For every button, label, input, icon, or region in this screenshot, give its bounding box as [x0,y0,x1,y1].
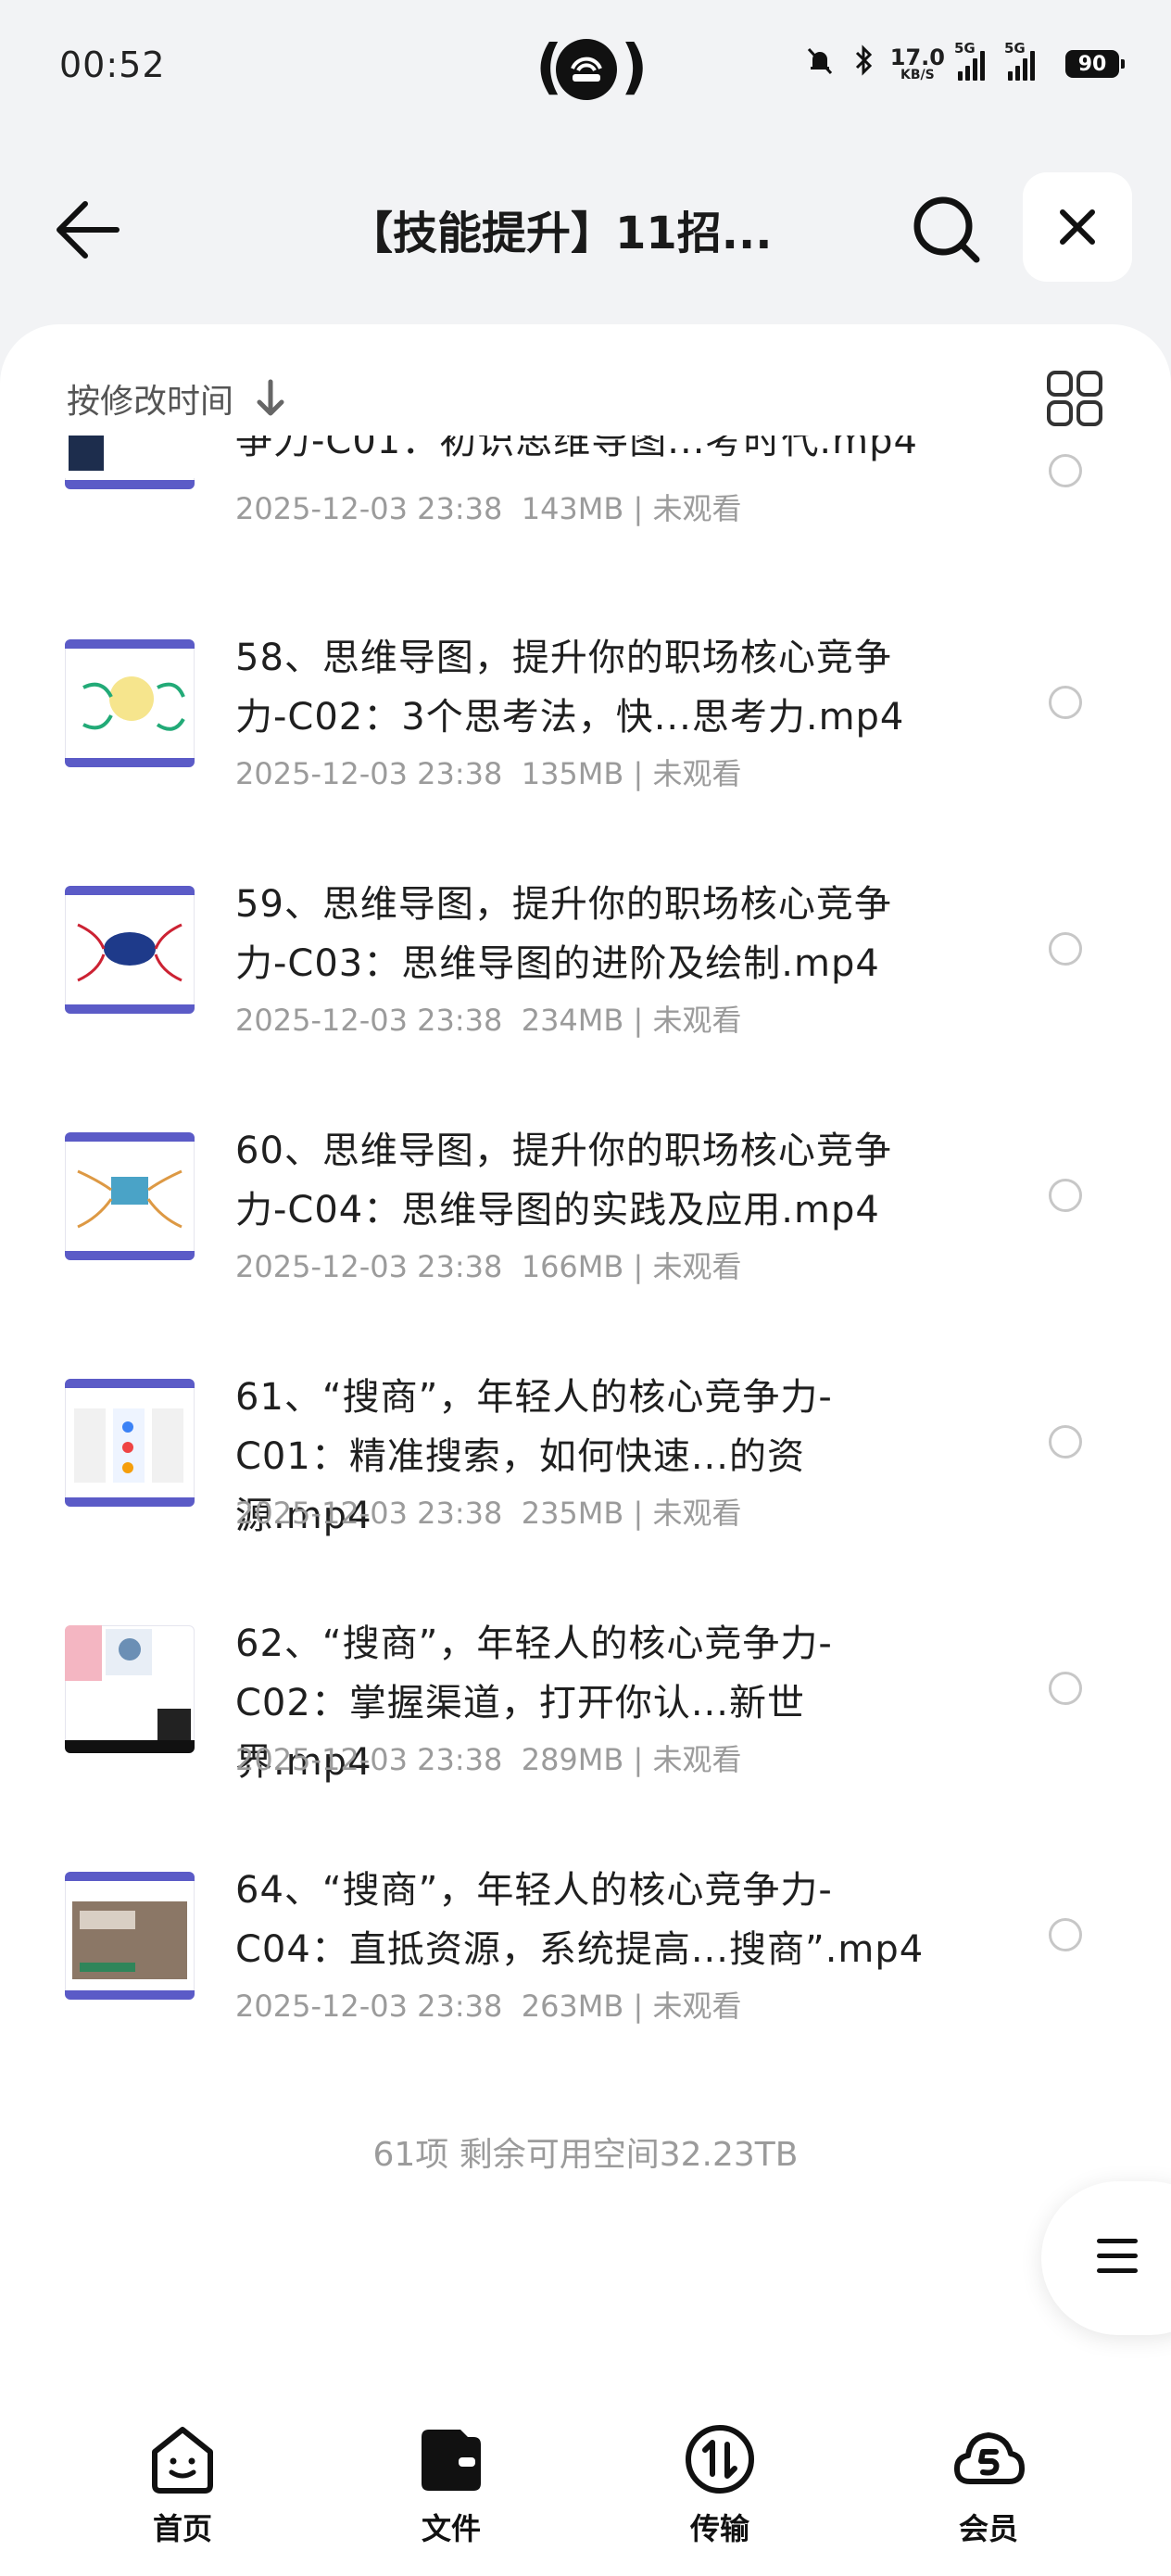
arrow-down-icon [257,379,284,416]
nav-transfer-label: 传输 [689,2511,749,2546]
watch-status: 未观看 [652,1249,742,1284]
net-speed: 17.0 KB/S [890,46,945,82]
video-thumbnail [65,1872,195,2000]
watch-status: 未观看 [652,1003,742,1038]
menu-icon [1097,2239,1138,2283]
watch-status: 未观看 [652,756,742,791]
close-icon [1060,209,1095,245]
nav-vip-label: 会员 [958,2511,1018,2546]
nav-vip[interactable]: 会员 [910,2420,1067,2548]
cloud-s-icon [954,2432,1025,2484]
file-meta: 2025-12-03 23:38 166MB | 未观看 [235,1249,742,1284]
file-name: 58、思维导图，提升你的职场核心竞争力-C02：3个思考法，快...思考力.mp… [235,637,905,739]
status-time: 00:52 [59,44,166,85]
sort-selector[interactable]: 按修改时间 [67,374,289,423]
list-item[interactable]: 60、思维导图，提升你的职场核心竞争力-C04：思维导图的实践及应用.mp4 2… [0,1130,1171,1336]
file-meta: 2025-12-03 23:38 263MB | 未观看 [235,1989,742,2024]
signal-5g-icon: 5G [1004,40,1052,81]
file-size: 263MB [521,1989,624,2024]
watch-status: 未观看 [652,1989,742,2024]
battery-icon: 90 [1065,50,1125,78]
net-speed-unit: KB/S [900,68,935,82]
video-thumbnail [65,1132,195,1260]
file-date: 2025-12-03 23:38 [235,1003,503,1038]
file-meta: 2025-12-03 23:38 289MB | 未观看 [235,1742,742,1777]
watch-status: 未观看 [652,491,742,526]
video-thumbnail [65,436,195,489]
list-item[interactable]: 64、“搜商”，年轻人的核心竞争力-C04：直抵资源，系统提高...搜商”.mp… [0,1869,1171,2066]
close-button[interactable] [1023,172,1132,282]
file-meta: 2025-12-03 23:38 234MB | 未观看 [235,1003,742,1038]
hotspot-indicator: ( ) [535,33,648,102]
list-item[interactable]: 58、思维导图，提升你的职场核心竞争力-C02：3个思考法，快...思考力.mp… [0,637,1171,843]
page-title: 【技能提升】11招... [348,208,773,259]
search-button[interactable] [908,191,986,269]
file-size: 234MB [521,1003,624,1038]
file-size: 135MB [521,756,624,791]
grid-icon [1047,371,1102,426]
nav-files[interactable]: 文件 [372,2420,530,2548]
file-name: 64、“搜商”，年轻人的核心竞争力-C04：直抵资源，系统提高...搜商”.mp… [235,1869,925,1971]
select-radio[interactable] [1049,1918,1082,1951]
file-date: 2025-12-03 23:38 [235,491,503,526]
list-item[interactable]: 59、思维导图，提升你的职场核心竞争力-C03：思维导图的进阶及绘制.mp4 2… [0,883,1171,1090]
signal-label: 5G [1004,40,1026,57]
transfer-icon [686,2425,754,2494]
file-meta: 2025-12-03 23:38 235MB | 未观看 [235,1496,742,1531]
mute-bell-icon [803,44,837,84]
file-name: 59、思维导图，提升你的职场核心竞争力-C03：思维导图的进阶及绘制.mp4 [235,883,892,985]
video-thumbnail [65,886,195,1014]
file-name: 争力-C01：初识思维导图...考时代.mp4 [235,436,918,462]
select-radio[interactable] [1049,932,1082,966]
signal-5g-icon: 5G [954,40,995,81]
file-date: 2025-12-03 23:38 [235,1989,503,2024]
video-thumbnail [65,1625,195,1753]
status-bar: 00:52 ( ) 17.0 KB/S 5G 5G 90 [0,0,1171,139]
select-radio[interactable] [1049,1179,1082,1212]
watch-status: 未观看 [652,1496,742,1531]
hotspot-icon [556,39,617,100]
list-item[interactable]: 61、“搜商”，年轻人的核心竞争力-C01：精准搜索，如何快速...的资源.mp… [0,1376,1171,1583]
file-date: 2025-12-03 23:38 [235,1496,503,1531]
storage-summary: 61项 剩余可用空间32.23TB [372,2136,799,2174]
nav-transfer[interactable]: 传输 [641,2420,799,2548]
file-date: 2025-12-03 23:38 [235,1742,503,1777]
select-radio[interactable] [1049,1672,1082,1705]
signal-label: 5G [954,40,976,57]
video-thumbnail [65,1379,195,1507]
file-size: 143MB [521,491,624,526]
file-list: 争力-C01：初识思维导图...考时代.mp4 2025-12-03 23:38… [0,436,1171,2066]
nav-home[interactable]: 首页 [104,2420,261,2548]
select-radio[interactable] [1049,1425,1082,1458]
file-name: 60、思维导图，提升你的职场核心竞争力-C04：思维导图的实践及应用.mp4 [235,1130,892,1231]
search-icon [913,196,980,263]
video-thumbnail [65,639,195,767]
file-date: 2025-12-03 23:38 [235,1249,503,1284]
select-radio[interactable] [1049,686,1082,719]
file-size: 289MB [521,1742,624,1777]
folder-icon [422,2430,481,2491]
list-item[interactable]: 62、“搜商”，年轻人的核心竞争力-C02：掌握渠道，打开你认...新世界.mp… [0,1623,1171,1829]
status-icons: 17.0 KB/S 5G 5G 90 [803,40,1125,87]
list-item[interactable]: 争力-C01：初识思维导图...考时代.mp4 2025-12-03 23:38… [0,436,1171,528]
watch-status: 未观看 [652,1742,742,1777]
bottom-nav: 首页 文件 传输 会员 [0,2391,1171,2576]
back-button[interactable] [52,195,122,265]
sort-label: 按修改时间 [67,383,234,421]
file-size: 235MB [521,1496,624,1531]
file-meta: 2025-12-03 23:38 143MB | 未观看 [235,491,742,526]
grid-view-button[interactable] [1045,369,1104,428]
home-face-icon [152,2427,213,2494]
net-speed-value: 17.0 [889,44,945,70]
arrow-left-icon [57,201,120,259]
file-date: 2025-12-03 23:38 [235,756,503,791]
nav-home-label: 首页 [152,2511,212,2546]
bluetooth-icon [850,44,877,84]
file-size: 166MB [521,1249,624,1284]
nav-files-label: 文件 [421,2511,481,2546]
select-radio[interactable] [1049,454,1082,487]
file-meta: 2025-12-03 23:38 135MB | 未观看 [235,756,742,791]
